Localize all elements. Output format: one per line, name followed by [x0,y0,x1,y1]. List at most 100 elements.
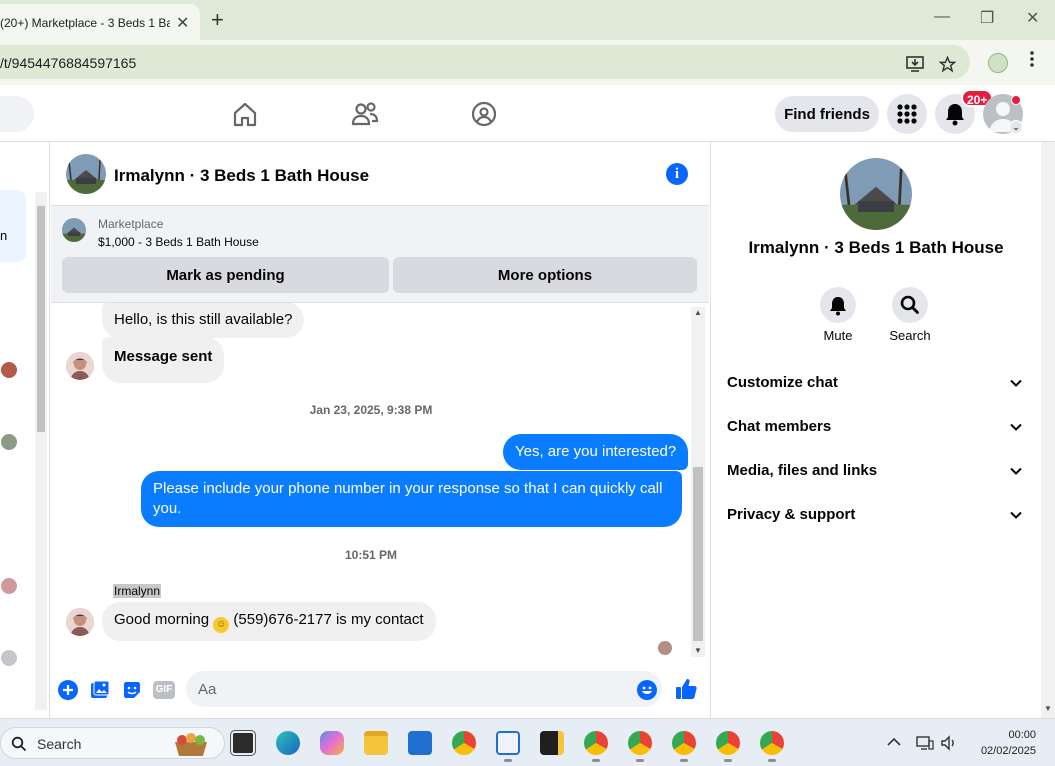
tray-overflow-chevron-icon[interactable] [887,737,901,747]
privacy-support-section[interactable]: Privacy & support [727,494,1027,538]
running-app-indicator [504,759,512,762]
chrome-profile-icon[interactable] [716,731,740,755]
message-text: Good morning [114,611,214,628]
mute-button[interactable] [820,287,856,323]
chrome-profile-icon[interactable] [628,731,652,755]
bookmark-star-icon[interactable] [939,56,956,73]
gif-icon[interactable]: GIF [153,681,175,699]
chat-list-scroll-thumb[interactable] [37,206,45,432]
friends-icon[interactable] [350,99,380,129]
chat-avatar[interactable] [66,154,106,194]
search-label: Search [889,328,931,343]
incoming-message[interactable]: Good morning ☺ (559)676-2177 is my conta… [102,602,436,641]
chat-list-avatar[interactable] [1,650,17,666]
outgoing-message[interactable]: Yes, are you interested? [503,434,689,470]
find-friends-button[interactable]: Find friends [775,96,879,132]
message-timestamp: 10:51 PM [344,548,398,562]
search-in-chat-button[interactable] [892,287,928,323]
thumbs-up-icon[interactable] [675,678,697,700]
incoming-message[interactable]: Hello, is this still available? [102,303,305,338]
chat-header: Irmalynn · 3 Beds 1 Bath House i [51,142,709,206]
message-text: (559)676-2177 is my contact [229,611,424,628]
profile-extension-icon[interactable] [988,53,1008,73]
scroll-up-arrow-icon[interactable]: ▲ [694,308,702,317]
restore-icon[interactable]: ❐ [980,8,994,28]
thread-scroll-thumb[interactable] [693,467,703,641]
message-input[interactable] [186,671,662,707]
sticker-icon[interactable] [122,680,142,700]
search-icon [11,736,27,752]
emoji-icon[interactable] [637,680,657,700]
chat-members-section[interactable]: Chat members [727,406,1027,450]
chevron-down-icon [1010,379,1022,387]
media-files-links-section[interactable]: Media, files and links [727,450,1027,494]
chat-title[interactable]: Irmalynn · 3 Beds 1 Bath House [114,166,369,186]
smiley-emoji-icon: ☺ [213,617,230,633]
customize-chat-section[interactable]: Customize chat [727,362,1027,406]
mark-as-pending-button[interactable]: Mark as pending [62,257,389,293]
listing-title[interactable]: $1,000 - 3 Beds 1 Bath House [98,235,259,249]
snipping-tool-icon[interactable] [496,731,520,755]
close-window-icon[interactable]: ✕ [1026,8,1039,28]
clock-time[interactable]: 00:00 [990,729,1036,741]
info-icon[interactable]: i [666,163,688,185]
chat-list-partial: n [0,142,50,718]
browser-menu-icon[interactable] [1029,50,1035,68]
clock-date[interactable]: 02/02/2025 [968,745,1036,757]
conversation-details-panel: Irmalynn · 3 Beds 1 Bath House Mute Sear… [710,142,1040,718]
sender-avatar[interactable] [66,608,94,636]
running-app-indicator [680,759,688,762]
facebook-search-input[interactable] [0,96,34,132]
section-label: Privacy & support [727,506,856,523]
sender-photo [66,352,94,380]
windows-taskbar: Search 00:00 02/02/2025 [0,718,1055,766]
section-label: Chat members [727,418,832,435]
chrome-profile-icon[interactable] [760,731,784,755]
sender-avatar[interactable] [66,352,94,380]
thread-scrollbar[interactable]: ▲ ▼ [691,307,705,657]
file-explorer-icon[interactable] [364,731,388,755]
url-text[interactable]: /t/9454476884597165 [0,55,136,71]
incoming-message[interactable]: Message sent [102,337,225,383]
taskbar-search[interactable]: Search [0,727,225,759]
task-view-icon[interactable] [230,730,256,756]
minimize-icon[interactable]: — [934,8,950,26]
listing-thumbnail[interactable] [62,218,86,242]
plus-circle-icon[interactable] [58,680,78,700]
groups-icon[interactable] [469,99,499,129]
page-scrollbar[interactable]: ▼ [1041,142,1055,718]
close-tab-icon[interactable]: ✕ [176,13,189,33]
install-app-icon[interactable] [906,56,924,72]
menu-button[interactable] [887,94,927,134]
chat-list-avatar[interactable] [1,434,17,450]
chat-list-avatar[interactable] [1,578,17,594]
photo-icon[interactable] [90,680,110,700]
copilot-icon[interactable] [320,731,344,755]
more-options-button[interactable]: More options [393,257,697,293]
sticky-notes-icon[interactable] [540,731,564,755]
chat-list-scrollbar[interactable] [35,192,47,710]
outgoing-message[interactable]: Please include your phone number in your… [141,471,682,527]
chat-list-avatar[interactable] [1,362,17,378]
address-bar[interactable]: /t/9454476884597165 [0,45,970,79]
scroll-down-arrow-icon[interactable]: ▼ [694,646,702,655]
new-tab-button[interactable]: + [211,7,224,33]
browser-tab[interactable]: (20+) Marketplace - 3 Beds 1 Ba ✕ [0,4,200,40]
account-chevron-icon[interactable]: ⌄ [1009,120,1023,134]
read-receipt-avatar [658,641,672,655]
chrome-profile-icon[interactable] [672,731,696,755]
scroll-down-arrow-icon[interactable]: ▼ [1044,704,1052,713]
volume-icon[interactable] [940,735,958,751]
chrome-icon[interactable] [452,731,476,755]
edge-browser-icon[interactable] [276,731,300,755]
home-icon[interactable] [230,99,260,129]
marketplace-banner: Marketplace $1,000 - 3 Beds 1 Bath House… [51,206,709,303]
chrome-profile-icon[interactable] [584,731,608,755]
active-chat-highlight[interactable] [0,190,26,262]
details-title: Irmalynn · 3 Beds 1 Bath House [748,238,1004,257]
mute-label: Mute [823,328,853,343]
facebook-top-nav: Find friends [0,85,1055,142]
microsoft-store-icon[interactable] [408,731,432,755]
network-icon[interactable] [916,735,934,751]
details-avatar[interactable] [840,158,912,230]
